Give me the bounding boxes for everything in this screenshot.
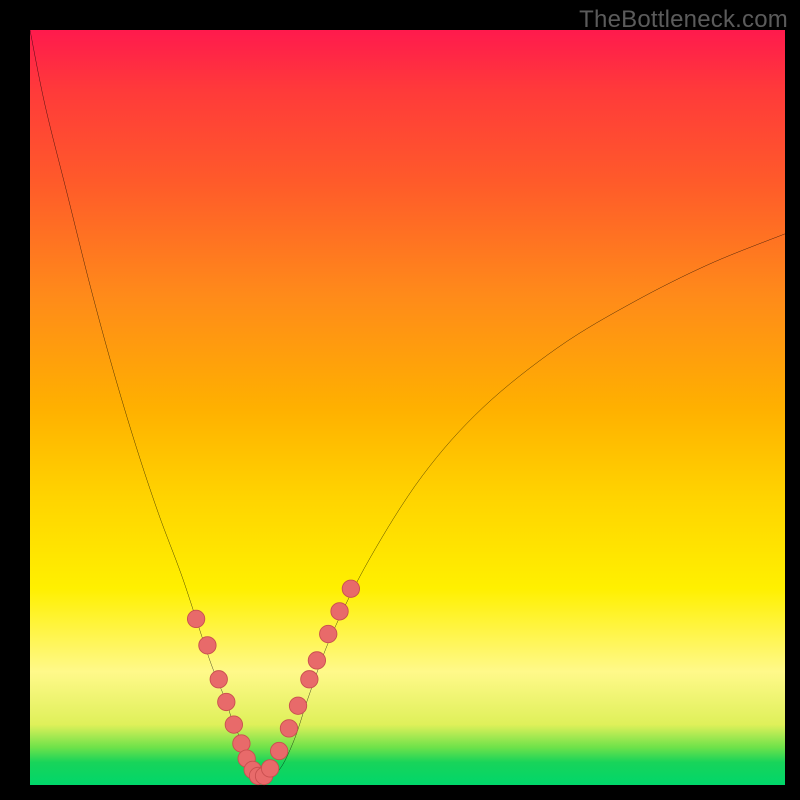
plot-area (30, 30, 785, 785)
trough-dot (342, 580, 359, 597)
trough-dot (218, 693, 235, 710)
trough-dot (249, 767, 266, 784)
curve-svg (30, 30, 785, 785)
chart-frame: TheBottleneck.com (0, 0, 800, 800)
trough-dot (210, 671, 227, 688)
trough-dot (255, 767, 272, 784)
trough-dot (308, 652, 325, 669)
trough-dot (331, 603, 348, 620)
trough-dot (244, 761, 261, 778)
trough-dot (320, 625, 337, 642)
trough-dot (233, 735, 250, 752)
trough-dot (289, 697, 306, 714)
trough-dot (199, 637, 216, 654)
trough-dot (225, 716, 242, 733)
trough-dot (270, 742, 287, 759)
trough-dots (187, 580, 359, 785)
trough-dot (301, 671, 318, 688)
trough-dot (187, 610, 204, 627)
trough-dot (261, 760, 278, 777)
trough-dot (280, 720, 297, 737)
trough-dot (238, 750, 255, 767)
bottleneck-curve (30, 30, 785, 777)
